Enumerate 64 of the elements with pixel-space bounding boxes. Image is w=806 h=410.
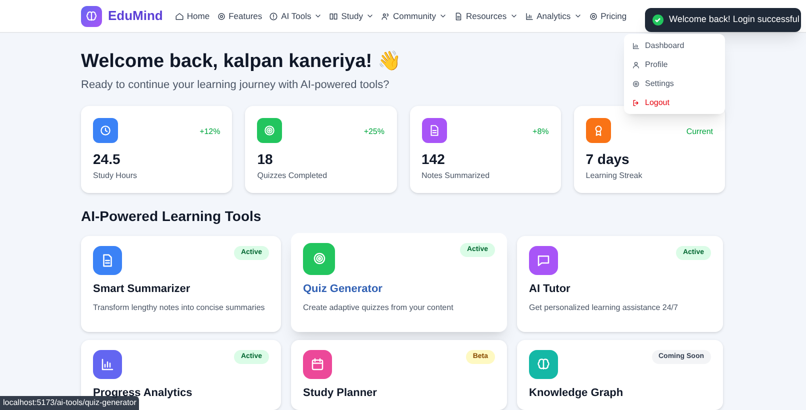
- nav-link[interactable]: Home: [174, 10, 210, 22]
- menu-item[interactable]: Settings: [624, 74, 725, 93]
- calendar-icon: [310, 356, 325, 372]
- menu-item[interactable]: Logout: [624, 93, 725, 112]
- tool-title: Knowledge Graph: [529, 386, 624, 400]
- stat-value: 142: [422, 150, 446, 168]
- tool-title: Smart Summarizer: [93, 282, 192, 296]
- stat-value: 24.5: [93, 150, 122, 168]
- status-bar-url: localhost:5173/ai-tools/quiz-generator: [0, 396, 140, 410]
- info-circle-icon: [269, 12, 278, 20]
- menu-item[interactable]: Dashboard: [624, 36, 725, 55]
- nav-link[interactable]: AI Tools: [269, 10, 322, 22]
- brain-icon: [536, 356, 551, 372]
- nav-link[interactable]: Resources: [454, 10, 518, 22]
- welcome-subtitle: Ready to continue your learning journey with AI-powered tools?: [81, 78, 390, 93]
- users-icon: [380, 12, 390, 20]
- stat-value: 7 days: [586, 150, 630, 168]
- tool-description: Transform lengthy notes into concise summaries: [93, 302, 265, 314]
- stat-change: +25%: [364, 126, 384, 138]
- nav-link[interactable]: Study: [329, 10, 374, 22]
- welcome-heading: Welcome back, kalpan kaneriya! 👋: [81, 50, 402, 74]
- stat-label: Quizzes Completed: [257, 170, 328, 182]
- check-circle-icon: [652, 14, 664, 26]
- tool-title: Study Planner: [303, 386, 378, 400]
- document-icon: [100, 252, 115, 268]
- user-icon: [632, 60, 640, 68]
- bar-chart-icon: [524, 12, 534, 20]
- target-icon: [312, 251, 326, 266]
- tool-description: Get personalized learning assistance 24/7: [529, 302, 678, 314]
- brand-name[interactable]: EduMind: [108, 6, 163, 26]
- toast-message: Welcome back! Login successful: [669, 13, 800, 26]
- chevron-down-icon: [510, 12, 518, 20]
- home-icon: [174, 12, 184, 20]
- target-icon: [263, 124, 276, 136]
- nav-link[interactable]: Community: [380, 10, 447, 22]
- logo-icon[interactable]: [81, 6, 102, 26]
- stat-label: Learning Streak: [586, 170, 644, 182]
- tool-description: Create adaptive quizzes from your content: [303, 302, 454, 314]
- stat-change: Current: [686, 126, 713, 138]
- chevron-down-icon: [366, 12, 374, 20]
- chevron-down-icon: [314, 12, 322, 20]
- section-heading: AI-Powered Learning Tools: [81, 206, 262, 226]
- brain-icon: [85, 10, 98, 22]
- stat-change: +12%: [200, 126, 220, 138]
- tool-title: Quiz Generator: [303, 282, 384, 296]
- stat-label: Study Hours: [93, 170, 138, 182]
- chevron-down-icon: [438, 12, 447, 20]
- bar-chart-icon: [632, 42, 640, 50]
- tool-title: AI Tutor: [529, 282, 572, 296]
- chat-icon: [536, 252, 551, 268]
- tool-title: Progress Analytics: [93, 386, 194, 398]
- document-icon: [428, 124, 440, 136]
- menu-item[interactable]: Profile: [624, 55, 725, 74]
- stat-change: +8%: [532, 126, 549, 138]
- clock-icon: [99, 124, 112, 136]
- logout-icon: [632, 98, 640, 106]
- document-icon: [454, 12, 463, 20]
- stat-label: Notes Summarized: [422, 170, 491, 182]
- stat-value: 18: [257, 150, 274, 168]
- nav-link[interactable]: Features: [216, 10, 262, 22]
- chevron-down-icon: [574, 12, 582, 20]
- nav-link[interactable]: Pricing: [588, 10, 627, 22]
- nav-link[interactable]: Analytics: [524, 10, 582, 22]
- bar-chart-icon: [100, 356, 115, 372]
